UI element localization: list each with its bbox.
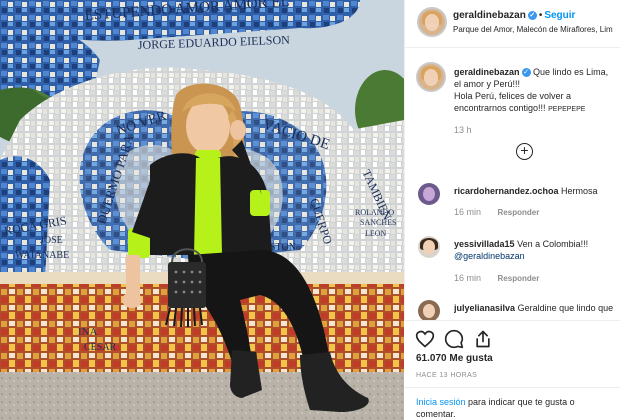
- comment-time-1[interactable]: 16 min: [454, 207, 481, 217]
- post-age[interactable]: HACE 13 HORAS: [416, 372, 477, 379]
- mural-text-br4: STON: [270, 242, 296, 253]
- comment-text-3: julyelianasilva Geraldine que lindo que: [454, 302, 616, 316]
- verified-badge-icon: ✓: [521, 68, 531, 77]
- caption-avatar[interactable]: [416, 62, 446, 92]
- login-prompt: Inicia sesión para indicar que te gusta …: [404, 387, 620, 420]
- comment-text-2: yessivillada15 Ven a Colombia!!! @gerald…: [454, 238, 616, 262]
- avatar-face: [423, 68, 439, 86]
- author-username[interactable]: geraldinebazan: [453, 10, 526, 21]
- comment-meta-1: 16 min Responder: [454, 207, 539, 217]
- comment-time-2[interactable]: 16 min: [454, 273, 481, 283]
- mural-text-bm2: CESAR: [84, 342, 117, 353]
- mural-text-br1: ROLANDO: [355, 208, 394, 217]
- author-header-line: geraldinebazan ✓ • Seguir: [453, 10, 575, 21]
- comment-body-3: Geraldine que lindo que: [517, 303, 614, 313]
- comment-username-1[interactable]: ricardohernandez.ochoa: [454, 186, 559, 196]
- comment-username-3[interactable]: julyelianasilva: [454, 303, 515, 313]
- login-prompt-text: para indicar que te gusta o: [468, 397, 575, 407]
- avatar-face: [422, 186, 436, 202]
- caption-time[interactable]: 13 h: [454, 125, 472, 135]
- heart-icon[interactable]: [415, 329, 435, 349]
- caption-line-1: Que lindo es Lima,: [533, 67, 609, 77]
- avatar-face: [422, 239, 436, 255]
- post-photo-scene: ESTUPENDO AMOR AMOR EL JORGE EDUARDO EIE…: [0, 0, 404, 420]
- dot-separator: •: [538, 10, 543, 21]
- caption-line-2: el amor y Perú!!!: [454, 79, 521, 89]
- mural-text-bl2: JOSE: [40, 235, 63, 246]
- comment-avatar[interactable]: [418, 183, 440, 205]
- reply-button-1[interactable]: Responder: [498, 208, 540, 217]
- reply-button-2[interactable]: Responder: [498, 274, 540, 283]
- verified-badge-icon: ✓: [527, 11, 537, 20]
- comment-icon[interactable]: [444, 329, 464, 349]
- post-photo[interactable]: ESTUPENDO AMOR AMOR EL JORGE EDUARDO EIE…: [0, 0, 404, 420]
- comment-body-2: Ven a Colombia!!!: [517, 239, 589, 249]
- caption-username[interactable]: geraldinebazan: [454, 67, 520, 77]
- comment-text-1: ricardohernandez.ochoa Hermosa: [454, 185, 616, 197]
- mural-text-bm1: INA: [78, 326, 98, 338]
- caption-line-4: encontrarnos contigo!!!: [454, 103, 546, 113]
- login-prompt-text-2: comentar.: [416, 409, 456, 419]
- post-caption: geraldinebazan ✓ Que lindo es Lima, el am…: [454, 66, 618, 116]
- post-header: geraldinebazan ✓ • Seguir Parque del Amor, …: [405, 0, 620, 48]
- post-location[interactable]: Parque del Amor, Malecón de Miraflores, …: [453, 25, 619, 34]
- caption-line-3: Hola Perú, felices de volver a: [454, 91, 572, 101]
- comment-body-1: Hermosa: [561, 186, 598, 196]
- avatar-face: [424, 13, 440, 31]
- follow-button[interactable]: Seguir: [544, 10, 575, 21]
- likes-count[interactable]: 61.070 Me gusta: [416, 353, 493, 364]
- plus-circle-icon[interactable]: +: [516, 143, 533, 160]
- avatar-face: [422, 303, 436, 319]
- author-avatar[interactable]: [417, 7, 447, 37]
- post-actions: 61.070 Me gusta HACE 13 HORAS Inicia ses…: [404, 320, 620, 420]
- comment-avatar[interactable]: [418, 300, 440, 322]
- caption-tail: PEPEPEPE: [548, 106, 586, 113]
- mural-text-bl3: WATANABE: [15, 250, 69, 261]
- mural-text-br2: SANCHES: [360, 218, 396, 227]
- comment-mention-2[interactable]: @geraldinebazan: [454, 251, 525, 261]
- login-link[interactable]: Inicia sesión: [416, 397, 466, 407]
- comment-avatar[interactable]: [418, 236, 440, 258]
- comment-meta-2: 16 min Responder: [454, 273, 539, 283]
- comment-username-2[interactable]: yessivillada15: [454, 239, 515, 249]
- share-icon[interactable]: [473, 329, 493, 349]
- mural-text-br3: LEON: [365, 229, 387, 238]
